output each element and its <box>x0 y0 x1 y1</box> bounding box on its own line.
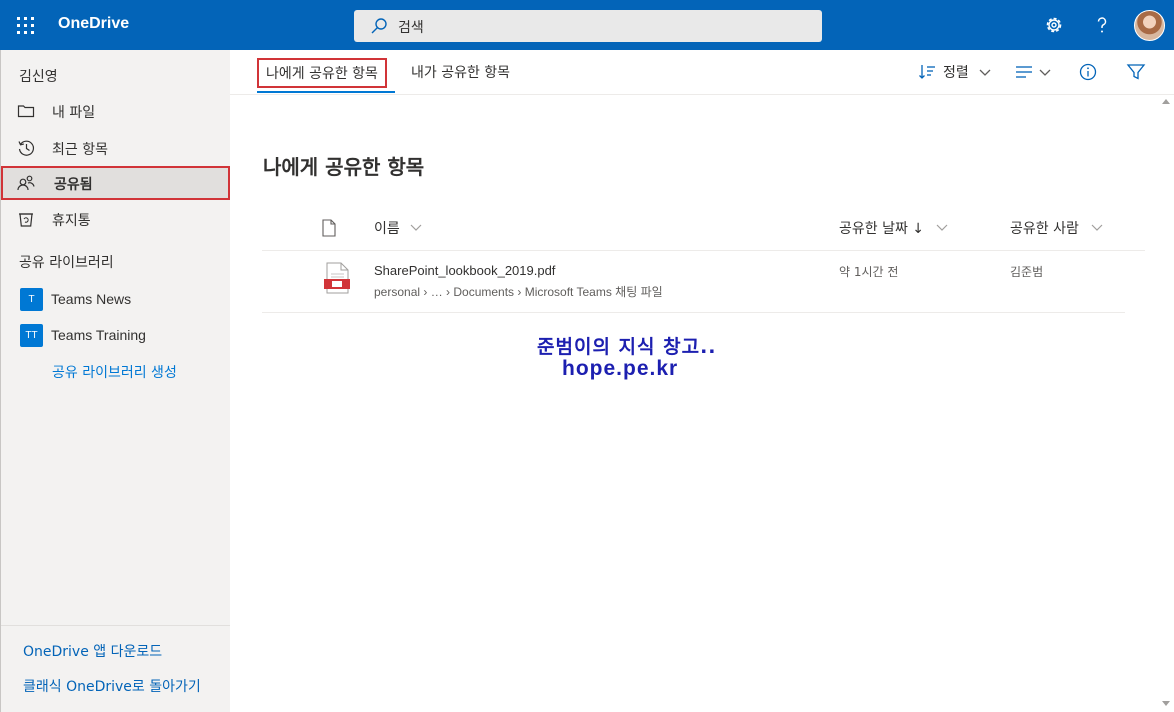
header-divider <box>262 250 1145 251</box>
search-icon <box>371 18 387 34</box>
folder-icon <box>17 105 35 118</box>
app-title[interactable]: OneDrive <box>58 15 129 33</box>
search-input[interactable]: 검색 <box>398 17 424 37</box>
footer-divider <box>1 625 230 626</box>
library-item-teams-training[interactable]: TT Teams Training <box>1 320 230 352</box>
user-name: 김신영 <box>19 69 58 85</box>
library-item-teams-news[interactable]: T Teams News <box>1 284 230 316</box>
column-header-shared-date[interactable]: 공유한 날짜 ↓ <box>839 218 924 238</box>
sidebar-item-label: 최근 항목 <box>52 142 108 158</box>
row-divider <box>262 312 1125 313</box>
library-label: Teams News <box>51 291 132 307</box>
view-options-icon[interactable] <box>1014 62 1034 82</box>
search-box[interactable]: 검색 <box>354 10 822 42</box>
tab-shared-with-me[interactable]: 나에게 공유한 항목 <box>257 58 387 88</box>
sort-button[interactable]: 정렬 <box>943 62 969 82</box>
sidebar-item-recycle-bin[interactable]: 휴지통 <box>1 202 230 236</box>
chevron-down-icon[interactable] <box>1090 220 1104 234</box>
left-navigation: 김신영 내 파일 최근 항목 공유됨 휴지통 공유 라이브러리 T Teams … <box>0 50 230 712</box>
classic-onedrive-link[interactable]: 클래식 OneDrive로 돌아가기 <box>23 676 201 696</box>
app-launcher-icon[interactable] <box>17 17 34 34</box>
top-bar: OneDrive 검색 <box>0 0 1174 50</box>
library-badge: T <box>20 288 43 311</box>
section-title: 공유 라이브러리 <box>19 255 114 271</box>
gear-icon[interactable] <box>1042 13 1066 37</box>
tab-shared-by-me[interactable]: 내가 공유한 항목 <box>411 62 510 82</box>
sidebar-item-shared[interactable]: 공유됨 <box>1 166 230 200</box>
download-app-link[interactable]: OneDrive 앱 다운로드 <box>23 641 162 661</box>
filter-icon[interactable] <box>1126 62 1146 82</box>
sidebar-item-recent[interactable]: 최근 항목 <box>1 131 230 165</box>
library-badge: TT <box>20 324 43 347</box>
watermark-text: 준범이의 지식 창고.. <box>537 336 717 358</box>
sort-icon[interactable] <box>918 62 938 82</box>
file-path: personal › … › Documents › Microsoft Tea… <box>374 285 663 299</box>
recycle-bin-icon <box>19 213 33 227</box>
shared-by-cell: 김준범 <box>1010 265 1044 279</box>
people-icon <box>17 175 35 191</box>
watermark-url: hope.pe.kr <box>562 357 679 380</box>
page-title: 나에게 공유한 항목 <box>263 155 425 179</box>
sidebar-item-label: 공유됨 <box>54 177 93 193</box>
chevron-down-icon[interactable] <box>409 220 423 234</box>
library-label: Teams Training <box>51 327 146 343</box>
sidebar-item-my-files[interactable]: 내 파일 <box>1 94 230 128</box>
sidebar-item-label: 내 파일 <box>52 105 96 121</box>
help-icon[interactable] <box>1090 13 1114 37</box>
history-icon <box>18 140 35 156</box>
vertical-scrollbar[interactable] <box>1158 95 1174 712</box>
scroll-up-arrow-icon[interactable] <box>1162 99 1170 104</box>
active-tab-indicator <box>257 91 395 93</box>
command-bar: 나에게 공유한 항목 내가 공유한 항목 정렬 <box>230 50 1174 95</box>
avatar[interactable] <box>1134 10 1165 41</box>
column-header-shared-by[interactable]: 공유한 사람 <box>1010 218 1079 238</box>
scroll-down-arrow-icon[interactable] <box>1162 701 1170 706</box>
file-name[interactable]: SharePoint_lookbook_2019.pdf <box>374 263 555 278</box>
file-type-icon <box>322 219 336 237</box>
shared-date-cell: 약 1시간 전 <box>839 265 899 279</box>
column-header-name[interactable]: 이름 <box>374 218 400 238</box>
info-icon[interactable] <box>1078 62 1098 82</box>
sidebar-item-label: 휴지통 <box>52 213 91 229</box>
chevron-down-icon[interactable] <box>935 220 949 234</box>
chevron-down-icon[interactable] <box>1038 62 1052 82</box>
pdf-file-icon <box>324 262 350 294</box>
chevron-down-icon[interactable] <box>978 62 992 82</box>
create-library-link[interactable]: 공유 라이브러리 생성 <box>52 362 177 382</box>
